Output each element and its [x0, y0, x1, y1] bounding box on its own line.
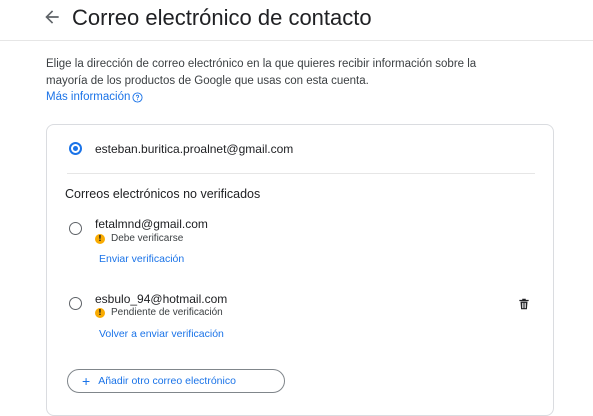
selected-email-address: esteban.buritica.proalnet@gmail.com	[95, 142, 294, 156]
unverified-email-address-1: fetalmnd@gmail.com	[95, 217, 208, 231]
status-text-2: Pendiente de verificación	[111, 307, 223, 318]
add-email-label: Añadir otro correo electrónico	[98, 375, 236, 387]
page-title: Correo electrónico de contacto	[72, 5, 372, 30]
status-badge-1: ! Debe verificarse	[95, 233, 183, 244]
add-email-button[interactable]: + Añadir otro correo electrónico	[67, 369, 285, 393]
page-header: Correo electrónico de contacto	[0, 0, 593, 41]
more-info-link[interactable]: Más información	[46, 89, 143, 106]
intro-text-block: Elige la dirección de correo electrónico…	[46, 56, 516, 106]
plus-icon: +	[82, 373, 91, 389]
radio-unverified-email-1[interactable]	[69, 222, 82, 235]
send-verification-link[interactable]: Enviar verificación	[99, 253, 184, 265]
help-circle-icon	[132, 92, 143, 103]
warning-icon: !	[95, 233, 105, 244]
status-badge-2: ! Pendiente de verificación	[95, 307, 223, 318]
email-options-card: esteban.buritica.proalnet@gmail.com Corr…	[46, 124, 554, 416]
warning-icon: !	[95, 307, 105, 318]
more-info-label: Más información	[46, 91, 131, 103]
arrow-back-icon[interactable]	[42, 7, 62, 27]
resend-verification-link[interactable]: Volver a enviar verificación	[99, 328, 224, 340]
unverified-email-address-2: esbulo_94@hotmail.com	[95, 292, 228, 306]
radio-selected-email[interactable]	[69, 142, 82, 155]
unverified-section-title: Correos electrónicos no verificados	[65, 187, 261, 201]
radio-unverified-email-2[interactable]	[69, 297, 82, 310]
intro-description: Elige la dirección de correo electrónico…	[46, 58, 477, 87]
divider	[67, 173, 535, 174]
trash-icon[interactable]	[517, 297, 531, 311]
status-text-1: Debe verificarse	[111, 233, 184, 244]
